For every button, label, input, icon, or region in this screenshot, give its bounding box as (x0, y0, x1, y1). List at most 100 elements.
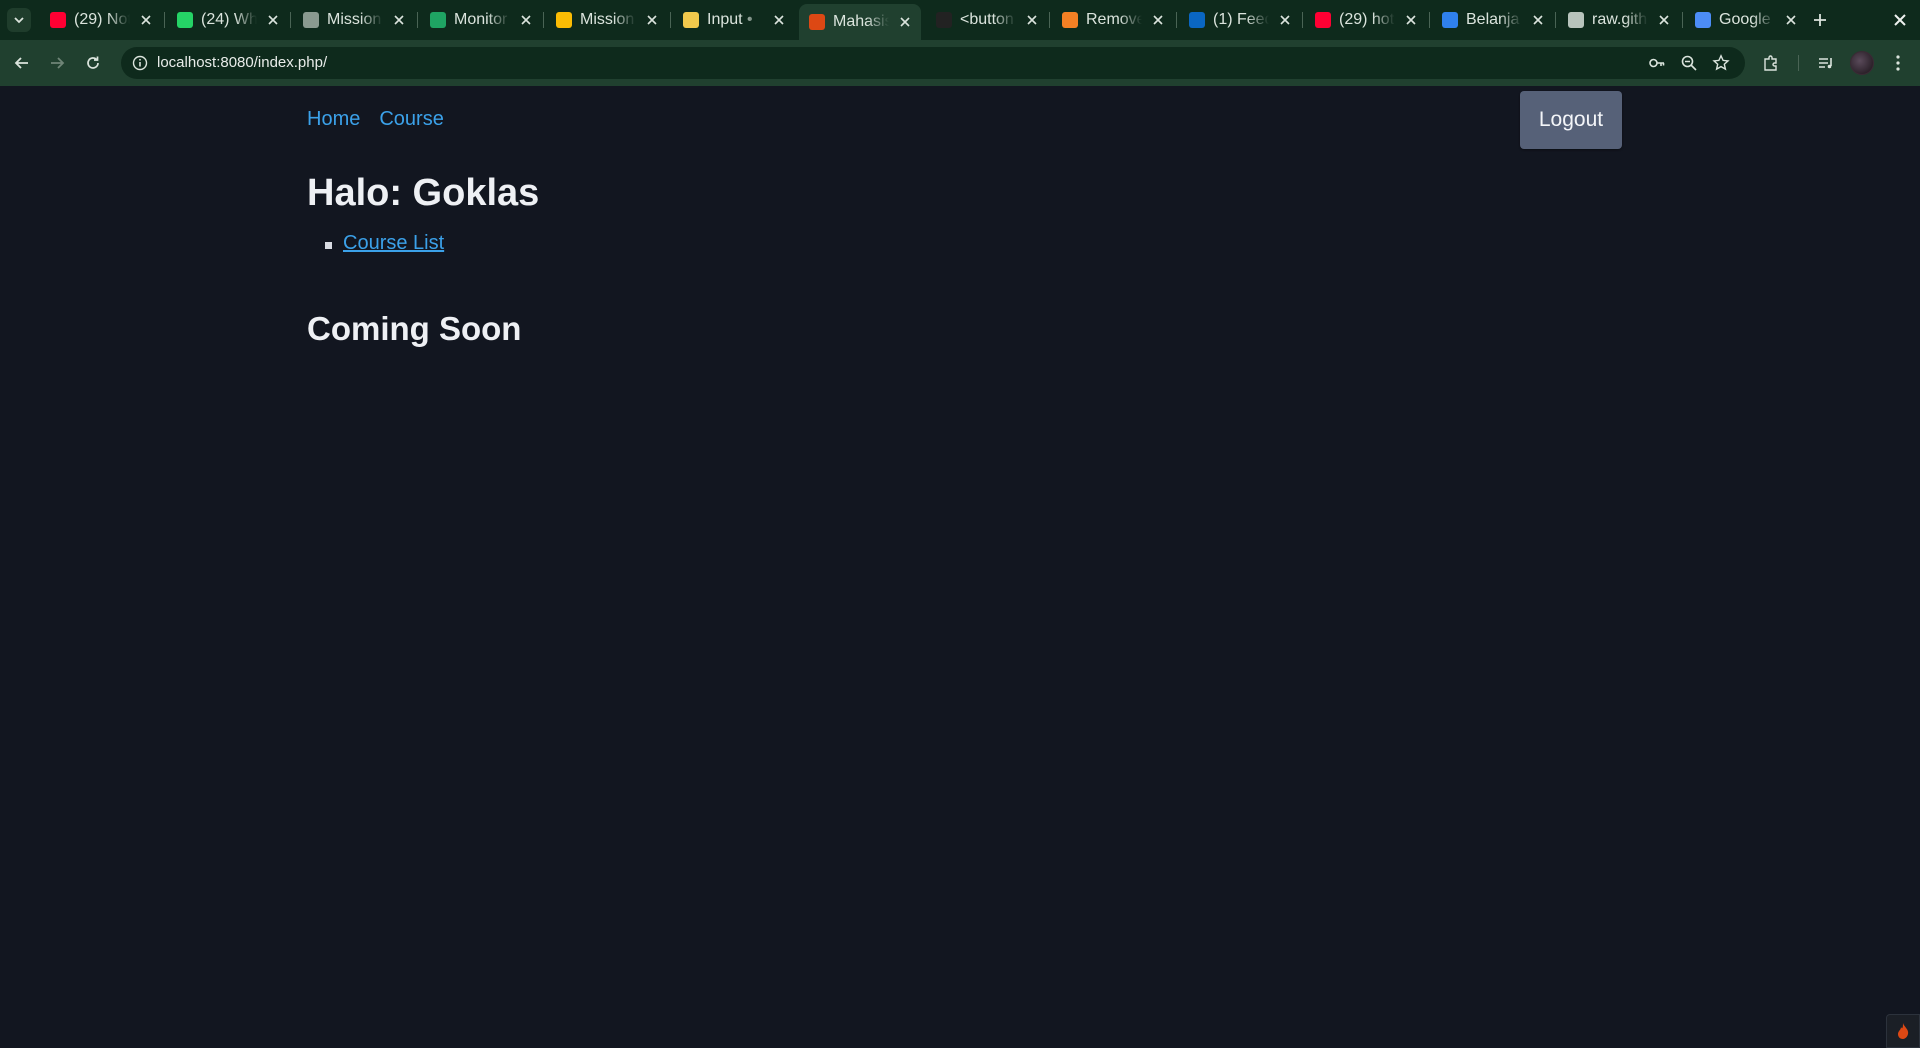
medium-icon (936, 12, 952, 28)
tab-title: Remove (1086, 11, 1142, 28)
whatsapp-icon (177, 12, 193, 28)
tab-title: (24) WhatsApp (201, 11, 257, 28)
tab-close-icon[interactable] (1022, 10, 1042, 30)
tab-separator (1429, 12, 1430, 28)
tab-title: (1) Feed (1213, 11, 1269, 28)
browser-tab[interactable]: raw.githubusercontent (1558, 6, 1680, 34)
logout-button[interactable]: Logout (1520, 91, 1622, 149)
sheets-icon (430, 12, 446, 28)
bookmark-star-icon[interactable] (1711, 53, 1731, 73)
linkedin-icon (1189, 12, 1205, 28)
tab-title: Belanja (1466, 11, 1520, 28)
tab-close-icon[interactable] (263, 10, 283, 30)
plus-icon (1814, 14, 1826, 26)
tab-title: raw.githubusercontent (1592, 11, 1648, 28)
media-queue-icon[interactable] (1814, 51, 1838, 75)
globe-icon (1568, 12, 1584, 28)
tab-title: <button (960, 11, 1014, 28)
browser-tab[interactable]: Belanja (1432, 6, 1554, 34)
tab-separator (543, 12, 544, 28)
url-text: localhost:8080/index.php/ (157, 54, 328, 71)
tab-close-icon[interactable] (1275, 10, 1295, 30)
browser-tab[interactable]: (24) WhatsApp (167, 6, 289, 34)
reload-icon (87, 56, 99, 69)
tab-separator (1176, 12, 1177, 28)
image-icon (303, 12, 319, 28)
window-close-button[interactable] (1888, 8, 1912, 32)
zoom-icon[interactable] (1679, 53, 1699, 73)
browser-toolbar: localhost:8080/index.php/ (0, 40, 1920, 86)
browser-tab[interactable]: (29) hot (1305, 6, 1427, 34)
sparkle-icon (683, 12, 699, 28)
browser-menu-icon[interactable] (1886, 51, 1910, 75)
chevron-down-icon (14, 17, 24, 24)
tab-close-icon[interactable] (389, 10, 409, 30)
tab-close-icon[interactable] (136, 10, 156, 30)
browser-tab[interactable]: Mission (293, 6, 415, 34)
menu-list: Course List (323, 232, 444, 255)
profile-avatar[interactable] (1850, 51, 1874, 75)
browser-tab[interactable]: Remove (1052, 6, 1174, 34)
tab-title: Mission (327, 11, 382, 28)
page-content: Home Course Logout Halo: Goklas Course L… (0, 86, 1920, 1048)
tab-separator (164, 12, 165, 28)
tab-close-icon[interactable] (1654, 10, 1674, 30)
tab-close-icon[interactable] (1528, 10, 1548, 30)
shop-icon (1442, 12, 1458, 28)
back-button[interactable] (9, 50, 35, 76)
tab-close-icon[interactable] (1781, 10, 1801, 30)
site-info-icon[interactable] (131, 54, 149, 72)
reload-button[interactable] (80, 50, 106, 76)
extensions-icon[interactable] (1759, 51, 1783, 75)
password-key-icon[interactable] (1647, 53, 1667, 73)
tab-close-icon[interactable] (1401, 10, 1421, 30)
tab-separator (1682, 12, 1683, 28)
codeigniter-icon (809, 14, 825, 30)
nav-link-course[interactable]: Course (379, 108, 443, 131)
course-list-link[interactable]: Course List (343, 232, 444, 254)
new-tab-button[interactable] (1808, 8, 1832, 32)
browser-tab[interactable]: (29) Notifications (40, 6, 162, 34)
forward-button[interactable] (44, 50, 70, 76)
drive-icon (556, 12, 572, 28)
tab-separator (1555, 12, 1556, 28)
debug-toolbar-toggle[interactable] (1886, 1014, 1920, 1048)
tab-title: (29) hot (1339, 11, 1395, 28)
browser-tab[interactable]: Mission (546, 6, 668, 34)
nav-link-home[interactable]: Home (307, 108, 360, 131)
browser-tab[interactable]: Google (1685, 6, 1807, 34)
tab-close-icon[interactable] (1148, 10, 1168, 30)
tab-separator (417, 12, 418, 28)
browser-tab[interactable]: <button (926, 6, 1048, 34)
page-title: Halo: Goklas (307, 172, 540, 214)
tab-close-icon[interactable] (895, 12, 915, 32)
address-bar[interactable]: localhost:8080/index.php/ (121, 47, 1745, 79)
youtube-icon (50, 12, 66, 28)
top-nav: Home Course (307, 108, 444, 131)
browser-tab[interactable]: Mahasiswa (799, 4, 921, 40)
tab-separator (1049, 12, 1050, 28)
stackoverflow-icon (1062, 12, 1078, 28)
flame-icon (1898, 1023, 1909, 1039)
tab-title: Monitor (454, 11, 508, 28)
arrow-left-icon (14, 57, 28, 69)
gemini-icon (1695, 12, 1711, 28)
browser-tab[interactable]: (1) Feed (1179, 6, 1301, 34)
tab-close-icon[interactable] (516, 10, 536, 30)
browser-tab[interactable]: Input • (673, 6, 795, 34)
arrow-right-icon (51, 57, 65, 69)
tab-search-button[interactable] (7, 8, 31, 32)
tab-separator (670, 12, 671, 28)
browser-tab[interactable]: Monitor (420, 6, 542, 34)
close-icon (1894, 14, 1906, 26)
tab-close-icon[interactable] (769, 10, 789, 30)
tab-title: Input • (707, 11, 753, 28)
browser-tab-strip: (29) Notifications (24) WhatsApp Mission Mo… (0, 0, 1920, 40)
tab-separator (1302, 12, 1303, 28)
tab-title: Google (1719, 11, 1771, 28)
tab-title: (29) Notifications (74, 11, 130, 28)
tab-close-icon[interactable] (642, 10, 662, 30)
tab-title: Mission (580, 11, 635, 28)
youtube-icon (1315, 12, 1331, 28)
coming-soon-heading: Coming Soon (307, 310, 522, 347)
